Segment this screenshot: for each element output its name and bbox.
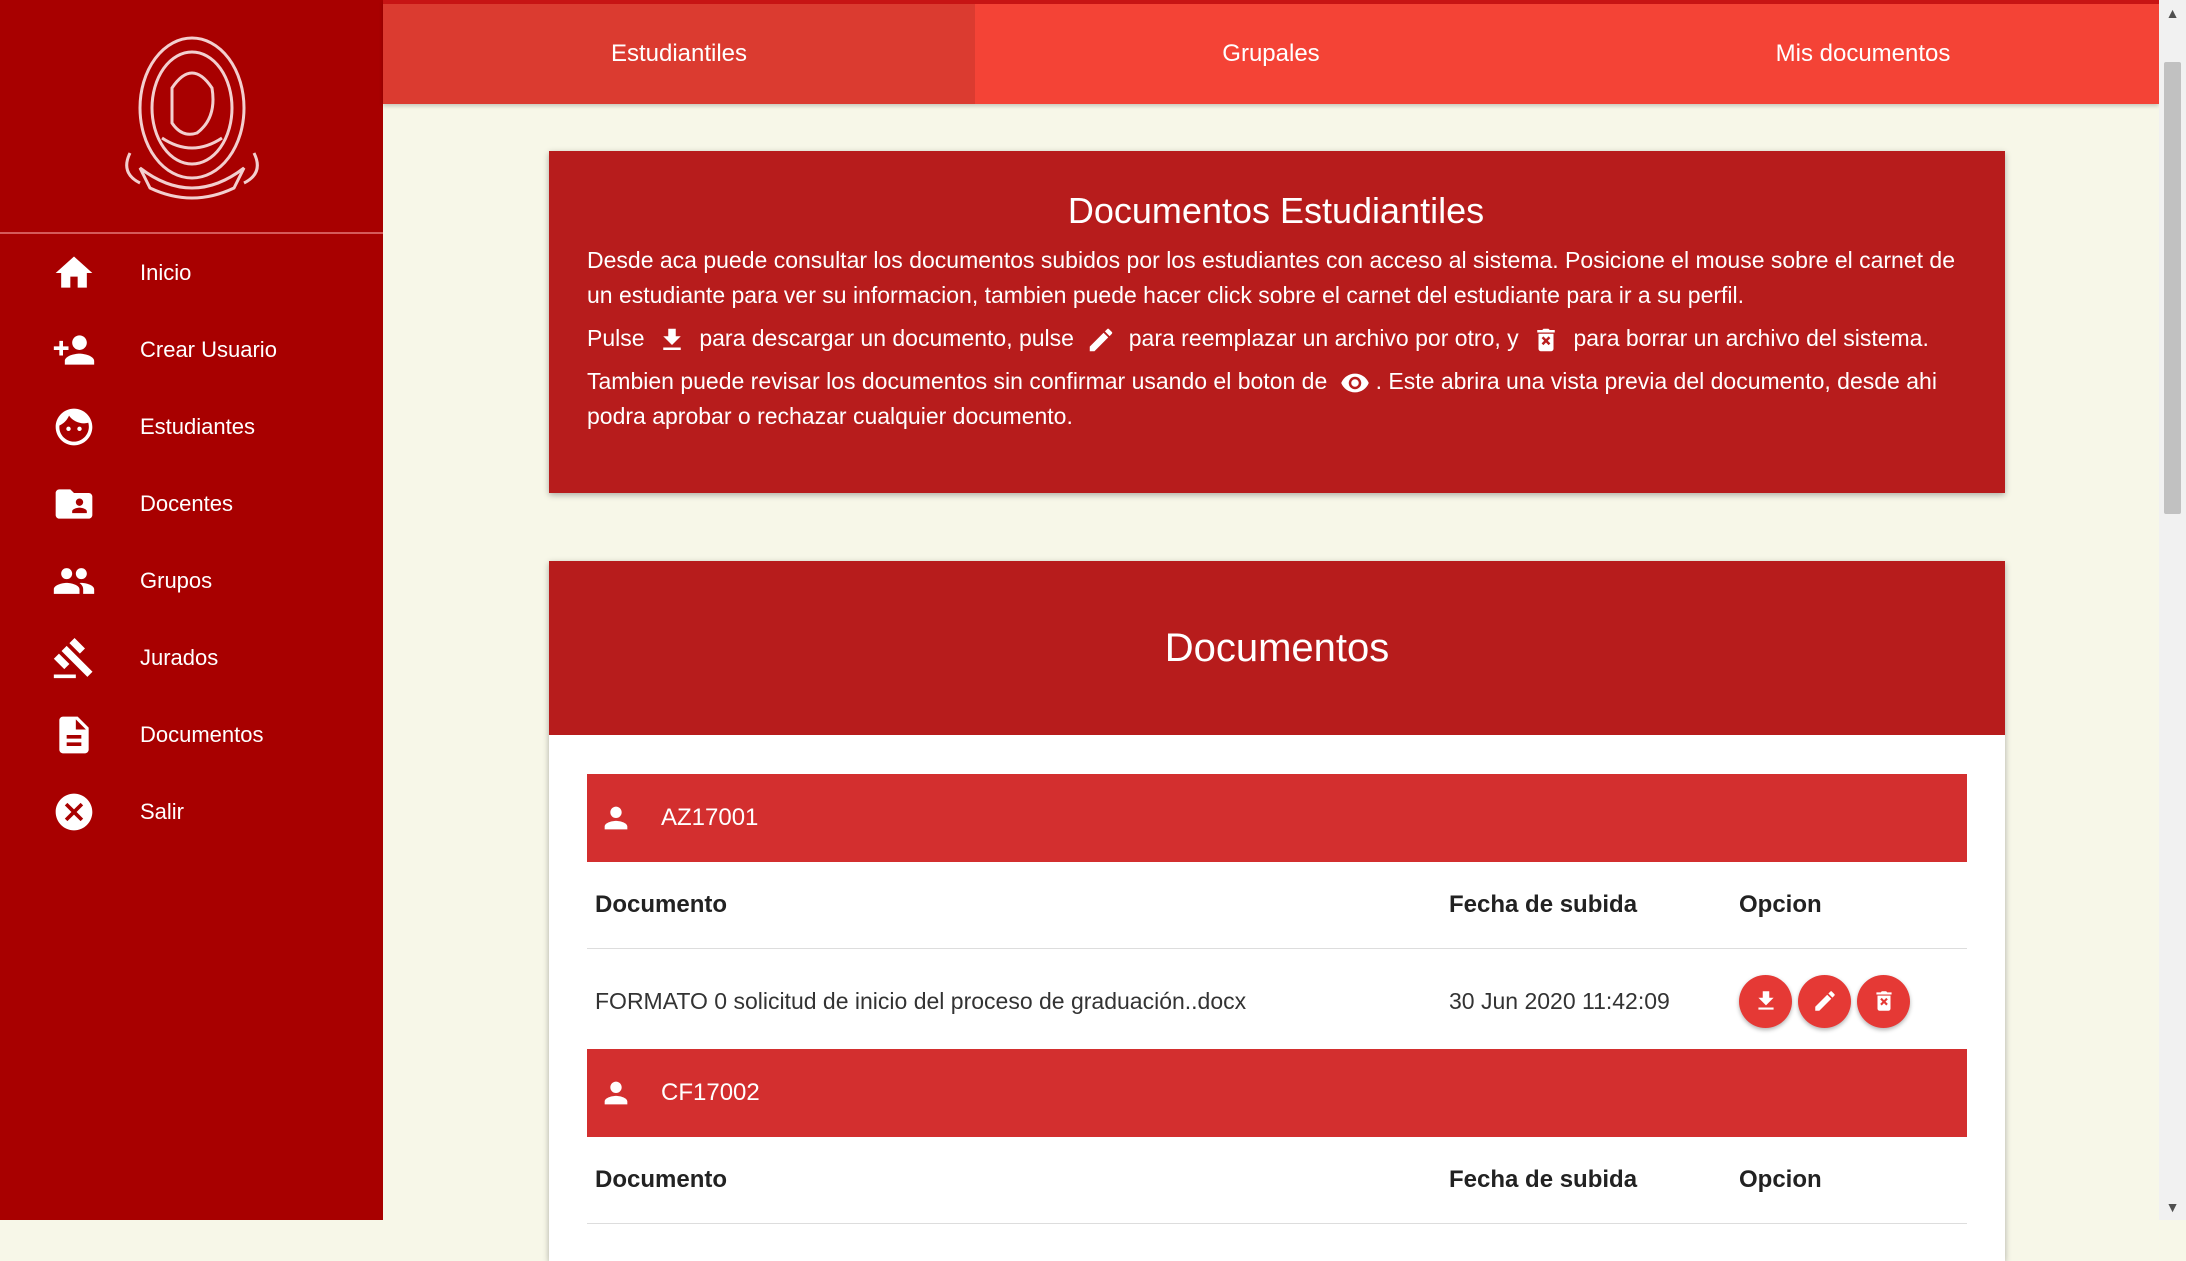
tab-estudiantiles[interactable]: Estudiantiles [383, 4, 975, 104]
scroll-up-arrow-icon[interactable]: ▲ [2159, 0, 2186, 26]
sidebar-item-label: Inicio [140, 259, 192, 285]
sidebar-item-grupos[interactable]: Grupos [0, 542, 383, 619]
sidebar-nav: Inicio Crear Usuario Estudiantes Docente… [0, 234, 383, 850]
contact-folder-icon [50, 480, 98, 528]
home-icon [50, 249, 98, 297]
documents-card: Documentos AZ17001 Documento Fecha de su… [549, 561, 2005, 1261]
info-card: Documentos Estudiantiles Desde aca puede… [549, 151, 2005, 493]
column-header-documento: Documento [595, 1166, 727, 1193]
person-add-icon [50, 326, 98, 374]
cancel-icon [50, 788, 98, 836]
sidebar-item-docentes[interactable]: Docentes [0, 465, 383, 542]
edit-icon [1086, 325, 1116, 355]
tab-grupales[interactable]: Grupales [975, 4, 1567, 104]
student-carnet-bar[interactable]: CF17002 [587, 1049, 1967, 1137]
person-icon [604, 1081, 628, 1105]
sidebar-item-label: Estudiantes [140, 413, 255, 439]
document-name: FORMATO 0 solicitud de inicio del proces… [595, 987, 1247, 1014]
gavel-icon [50, 634, 98, 682]
face-icon [50, 403, 98, 451]
scroll-thumb[interactable] [2164, 62, 2181, 514]
student-carnet[interactable]: AZ17001 [661, 804, 758, 832]
sidebar-item-documentos[interactable]: Documentos [0, 696, 383, 773]
sidebar-item-label: Salir [140, 798, 185, 824]
sidebar-item-label: Documentos [140, 721, 264, 747]
table-row: FORMATO 0 solicitud de inicio del proces… [587, 948, 1967, 1054]
info-text: para borrar un archivo del sistema. [1573, 325, 1929, 351]
edit-icon [1814, 991, 1835, 1011]
sidebar-item-label: Jurados [140, 644, 219, 670]
eye-icon [1340, 368, 1370, 398]
edit-button[interactable] [1798, 974, 1851, 1028]
column-header-fecha: Fecha de subida [1449, 1166, 1638, 1193]
column-header-fecha: Fecha de subida [1449, 891, 1638, 918]
people-icon [50, 557, 98, 605]
download-icon [1757, 991, 1774, 1010]
download-icon [657, 325, 687, 355]
document-icon [50, 711, 98, 759]
column-header-opcion: Opcion [1739, 1166, 1822, 1193]
table-header: Documento Fecha de subida Opcion [587, 862, 1967, 949]
info-line-1: Desde aca puede consultar los documentos… [587, 247, 1956, 308]
sidebar-item-estudiantes[interactable]: Estudiantes [0, 388, 383, 465]
sidebar-item-salir[interactable]: Salir [0, 773, 383, 850]
info-text: Pulse [587, 325, 645, 351]
delete-icon [1875, 991, 1892, 1011]
upload-date: 30 Jun 2020 11:42:09 [1449, 987, 1670, 1014]
info-text: Tambien puede revisar los documentos sin… [587, 368, 1328, 394]
sidebar-item-jurados[interactable]: Jurados [0, 619, 383, 696]
delete-button[interactable] [1857, 974, 1910, 1028]
sidebar-item-inicio[interactable]: Inicio [0, 234, 383, 311]
student-carnet-bar[interactable]: AZ17001 [587, 774, 1967, 862]
info-text: para descargar un documento, pulse [699, 325, 1074, 351]
column-header-documento: Documento [595, 891, 727, 918]
info-paragraph: Desde aca puede consultar los documentos… [587, 243, 1965, 434]
documents-title: Documentos [549, 561, 2005, 735]
sidebar-item-label: Crear Usuario [140, 336, 277, 362]
page-scrollbar[interactable]: ▲ ▼ [2159, 0, 2186, 1220]
tab-mis-documentos[interactable]: Mis documentos [1567, 4, 2159, 104]
student-carnet[interactable]: CF17002 [661, 1079, 760, 1107]
info-line-2: Pulse para descargar un documento, pulse… [587, 321, 1965, 356]
info-text: para reemplazar un archivo por otro, y [1128, 325, 1519, 351]
tab-bar: Estudiantiles Grupales Mis documentos [383, 0, 2159, 104]
university-logo [124, 36, 259, 200]
download-button[interactable] [1739, 974, 1792, 1028]
sidebar: Inicio Crear Usuario Estudiantes Docente… [0, 0, 383, 1220]
sidebar-item-label: Grupos [140, 567, 213, 593]
delete-icon [1531, 325, 1561, 355]
row-actions [1739, 974, 1967, 1028]
scroll-down-arrow-icon[interactable]: ▼ [2159, 1194, 2186, 1220]
sidebar-item-label: Docentes [140, 490, 233, 516]
info-title: Documentos Estudiantiles [1067, 190, 1485, 231]
table-header: Documento Fecha de subida Opcion [587, 1137, 1967, 1224]
person-icon [604, 806, 628, 830]
logo-area [0, 0, 383, 234]
info-line-3: Tambien puede revisar los documentos sin… [587, 364, 1965, 434]
column-header-opcion: Opcion [1739, 891, 1822, 918]
sidebar-item-crear-usuario[interactable]: Crear Usuario [0, 311, 383, 388]
